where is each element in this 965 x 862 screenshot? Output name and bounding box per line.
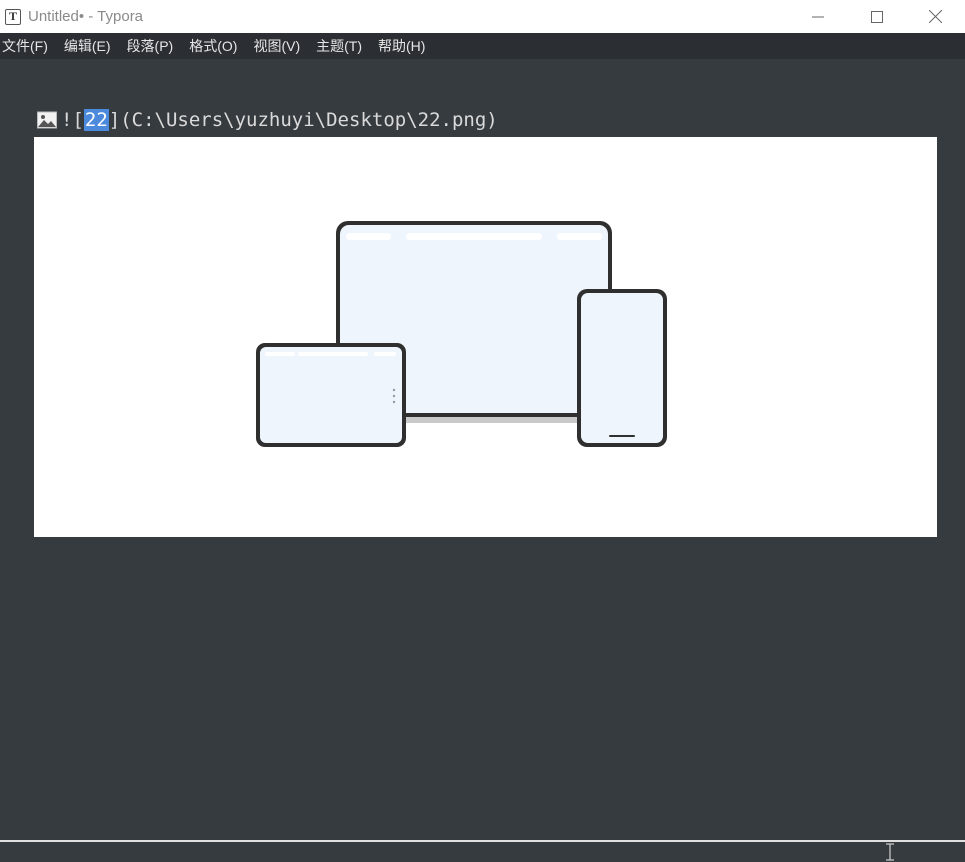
menu-format[interactable]: 格式(O) <box>187 33 245 59</box>
image-markup-path: ](C:\Users\yuzhuyi\Desktop\22.png) <box>108 109 498 131</box>
image-preview[interactable] <box>34 137 937 537</box>
menu-bar: 文件(F) 编辑(E) 段落(P) 格式(O) 视图(V) 主题(T) 帮助(H… <box>0 33 965 59</box>
title-bar[interactable]: T Untitled• - Typora <box>0 0 965 33</box>
image-markup-prefix: ![ <box>61 109 84 131</box>
app-icon-letter: T <box>8 9 17 23</box>
menu-paragraph[interactable]: 段落(P) <box>125 33 182 59</box>
image-alt-text-selected[interactable]: 22 <box>83 109 109 131</box>
maximize-icon <box>870 10 883 23</box>
phone-illustration <box>577 289 667 447</box>
window-controls <box>788 0 965 33</box>
minimize-button[interactable] <box>788 0 847 33</box>
text-cursor-icon <box>886 843 894 861</box>
small-tablet-illustration <box>256 343 406 447</box>
minimize-icon <box>811 16 824 17</box>
close-icon <box>929 10 942 23</box>
image-markup-line[interactable]: ![22](C:\Users\yuzhuyi\Desktop\22.png) <box>37 106 498 134</box>
menu-themes[interactable]: 主题(T) <box>314 33 370 59</box>
devices-illustration <box>256 221 667 447</box>
menu-file[interactable]: 文件(F) <box>0 33 56 59</box>
maximize-button[interactable] <box>847 0 906 33</box>
close-button[interactable] <box>906 0 965 33</box>
typora-app-icon: T <box>5 8 21 25</box>
image-icon <box>37 111 57 129</box>
menu-edit[interactable]: 编辑(E) <box>62 33 119 59</box>
menu-help[interactable]: 帮助(H) <box>376 33 433 59</box>
editor-area[interactable]: ![22](C:\Users\yuzhuyi\Desktop\22.png) <box>0 59 965 861</box>
menu-view[interactable]: 视图(V) <box>251 33 308 59</box>
window-title: Untitled• - Typora <box>28 8 144 25</box>
